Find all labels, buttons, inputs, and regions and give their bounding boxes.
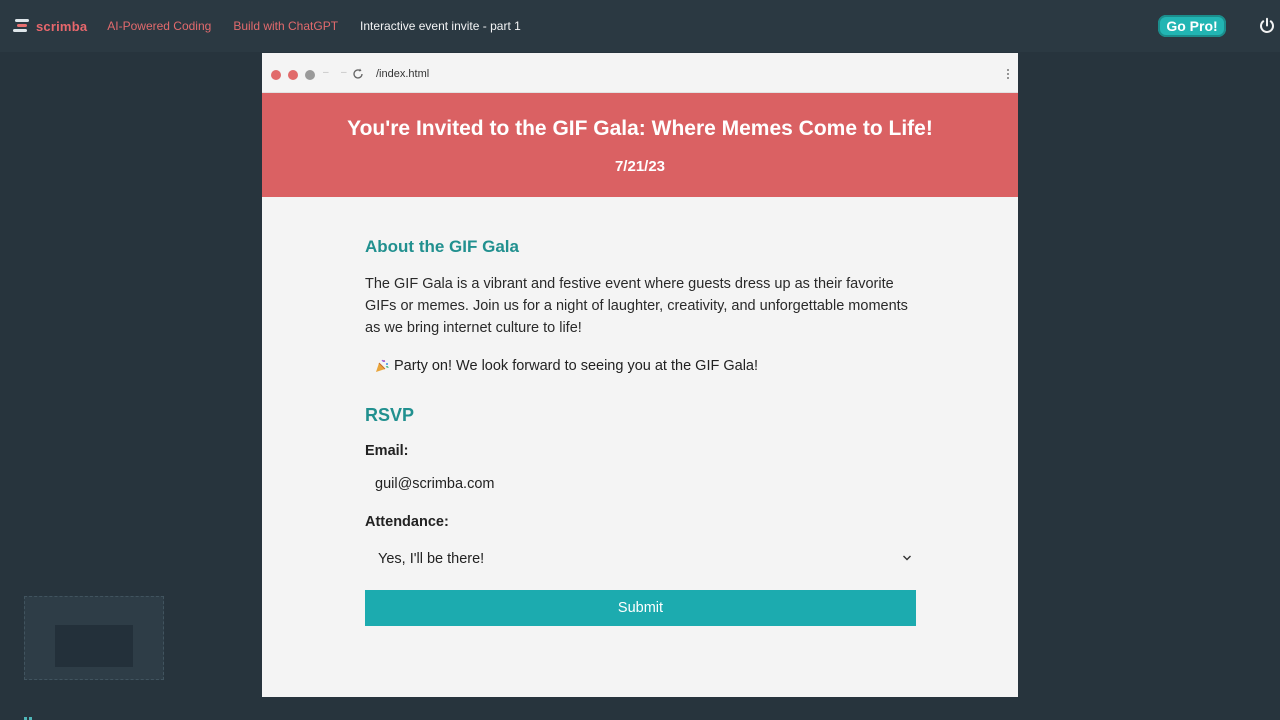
- go-pro-button[interactable]: Go Pro!: [1158, 15, 1226, 37]
- breadcrumb-lesson: Interactive event invite - part 1: [360, 19, 521, 33]
- page-content: About the GIF Gala The GIF Gala is a vib…: [365, 237, 916, 626]
- logo-icon: [10, 18, 30, 34]
- event-date: 7/21/23: [614, 158, 666, 175]
- chevron-down-icon: [903, 555, 911, 561]
- browser-toolbar: – – /index.html: [262, 53, 1018, 93]
- page-header: You're Invited to the GIF Gala: Where Me…: [262, 93, 1018, 197]
- email-label: Email:: [365, 443, 409, 459]
- breadcrumb-module[interactable]: Build with ChatGPT: [233, 19, 338, 33]
- party-message: Party on! We look forward to seeing you …: [365, 358, 916, 374]
- about-text: The GIF Gala is a vibrant and festive ev…: [365, 276, 908, 336]
- attendance-select[interactable]: Yes, I'll be there!: [365, 544, 916, 574]
- about-heading: About the GIF Gala: [365, 237, 519, 256]
- window-maximize-dot: [305, 70, 315, 80]
- window-minimize-dot: [288, 70, 298, 80]
- rsvp-heading: RSVP: [365, 405, 415, 425]
- attendance-selected-value: Yes, I'll be there!: [378, 551, 485, 567]
- power-icon[interactable]: [1258, 17, 1276, 35]
- email-field[interactable]: [365, 470, 916, 498]
- back-arrow-icon[interactable]: –: [323, 67, 329, 78]
- window-close-dot: [271, 70, 281, 80]
- page-title: You're Invited to the GIF Gala: Where Me…: [347, 117, 933, 140]
- reload-icon[interactable]: [352, 68, 364, 80]
- forward-arrow-icon[interactable]: –: [341, 67, 347, 78]
- logo-text: scrimba: [36, 18, 88, 34]
- party-text: Party on! We look forward to seeing you …: [394, 358, 759, 374]
- webcam-thumbnail[interactable]: [24, 596, 164, 680]
- scrimba-logo[interactable]: scrimba: [10, 0, 87, 52]
- webcam-video: [55, 625, 133, 667]
- top-bar: scrimba AI-Powered Coding Build with Cha…: [0, 0, 1280, 52]
- submit-button[interactable]: Submit: [365, 590, 916, 626]
- attendance-label: Attendance:: [365, 514, 449, 530]
- url-bar[interactable]: /index.html: [376, 68, 429, 80]
- breadcrumb: AI-Powered Coding Build with ChatGPT Int…: [107, 19, 521, 33]
- browser-preview: – – /index.html You're Invited to the GI…: [262, 53, 1018, 697]
- party-popper-icon: [376, 359, 389, 372]
- pause-icon[interactable]: [24, 712, 34, 720]
- breadcrumb-course[interactable]: AI-Powered Coding: [107, 19, 211, 33]
- kebab-menu-icon[interactable]: [1006, 68, 1010, 80]
